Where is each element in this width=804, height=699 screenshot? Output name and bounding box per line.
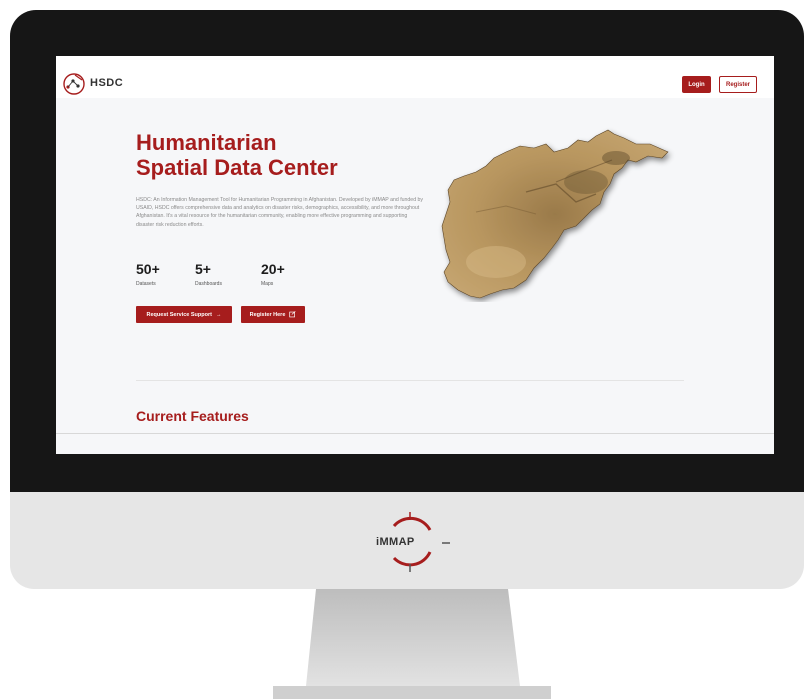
afghanistan-map-image	[441, 129, 669, 299]
navbar: HSDC Login Register	[56, 56, 774, 98]
stat-maps: 20+ Maps	[261, 261, 285, 287]
stat-value: 50+	[136, 261, 160, 277]
register-button[interactable]: Register	[719, 76, 757, 93]
register-here-button[interactable]: Register Here	[241, 306, 305, 323]
request-service-label: Request Service Support	[146, 311, 212, 318]
hero-title: Humanitarian Spatial Data Center	[136, 130, 338, 180]
hero-title-line2: Spatial Data Center	[136, 155, 338, 180]
hsdc-logo-icon[interactable]	[62, 72, 86, 96]
stat-label: Maps	[261, 281, 274, 287]
register-here-label: Register Here	[249, 311, 286, 318]
login-button[interactable]: Login	[682, 76, 711, 93]
monitor-base	[273, 686, 551, 699]
hero-description: HSDC: An Information Management Tool for…	[136, 197, 424, 228]
monitor-stand	[306, 589, 520, 686]
register-icon	[289, 311, 296, 318]
stat-value: 20+	[261, 261, 285, 277]
stat-value: 5+	[195, 261, 211, 277]
section-divider	[136, 380, 684, 381]
hero-title-line1: Humanitarian	[136, 130, 277, 155]
website-screen: HSDC Login Register Humanitarian Spatial…	[56, 56, 774, 454]
stat-dashboards: 5+ Dashboards	[195, 261, 222, 287]
arrow-right-icon: →	[215, 311, 222, 318]
screen-bottom-line	[56, 433, 774, 434]
features-title: Current Features	[136, 408, 249, 424]
stat-label: Dashboards	[195, 281, 222, 287]
stat-label: Datasets	[136, 281, 156, 287]
logo-text: HSDC	[90, 77, 124, 89]
stat-datasets: 50+ Datasets	[136, 261, 160, 287]
request-service-button[interactable]: Request Service Support →	[136, 306, 232, 323]
immap-brand-text: iMMAP	[376, 536, 415, 548]
